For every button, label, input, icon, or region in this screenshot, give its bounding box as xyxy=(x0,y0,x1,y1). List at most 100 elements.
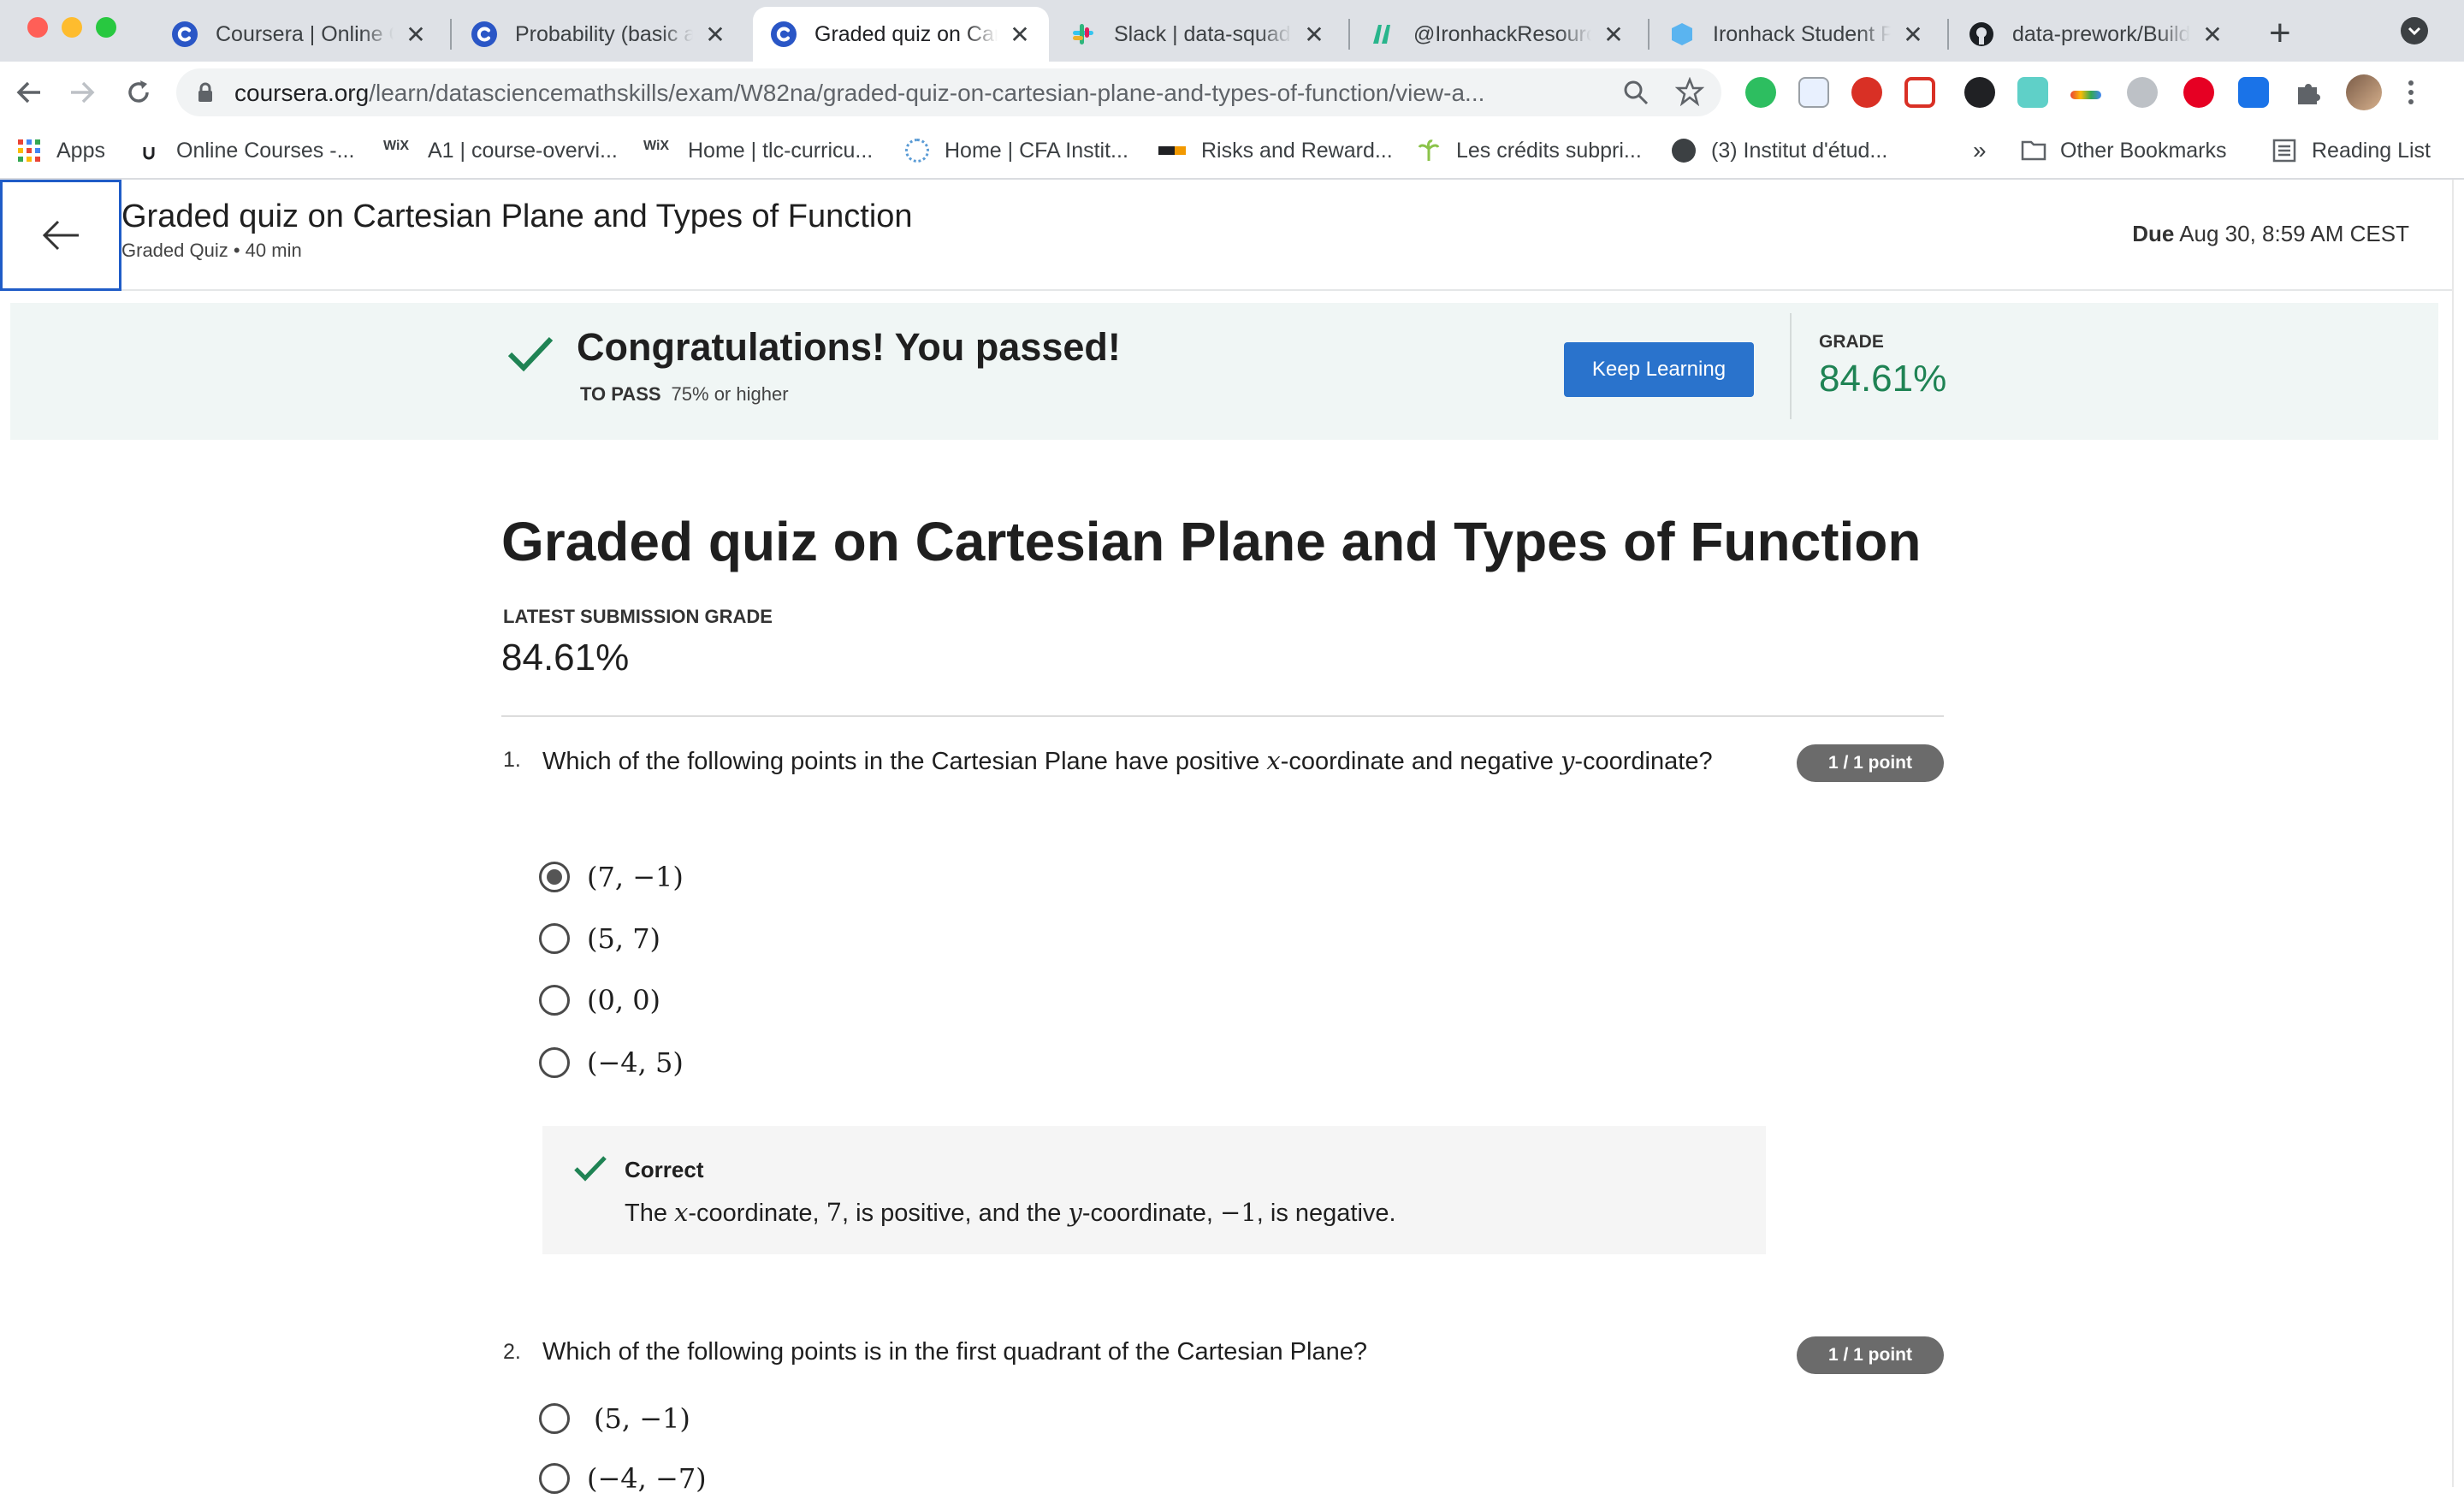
pinterest-extension-icon[interactable] xyxy=(2183,77,2214,108)
tab-search-icon[interactable] xyxy=(2401,17,2428,44)
languagetool-extension-icon[interactable] xyxy=(2238,77,2269,108)
question-text: Which of the following points is in the … xyxy=(542,1338,1367,1366)
answer-option[interactable]: (5, 7) xyxy=(539,918,660,959)
divider xyxy=(501,715,1944,717)
header-subtitle: Graded Quiz • 40 min xyxy=(121,240,302,261)
browser-tab[interactable]: @IronhackResources ✕ xyxy=(1352,7,1643,62)
browser-tab[interactable]: Coursera | Online Courses ✕ xyxy=(154,7,445,62)
profile-avatar[interactable] xyxy=(2346,74,2382,110)
option-label: (5, −1) xyxy=(594,1402,690,1435)
udemy-icon xyxy=(137,139,161,163)
feedback-box: Correct The x-coordinate, 7, is positive… xyxy=(542,1126,1766,1254)
bookmark-item[interactable]: Risks and Reward... xyxy=(1158,133,1393,168)
radio-button[interactable] xyxy=(539,985,570,1016)
tab-close-icon[interactable]: ✕ xyxy=(1302,21,1326,49)
grade-label: GRADE xyxy=(1819,332,1884,352)
tab-close-icon[interactable]: ✕ xyxy=(404,21,428,49)
tab-separator xyxy=(450,19,452,50)
grade-value: 84.61% xyxy=(1819,358,1947,400)
tab-title: @IronhackResources xyxy=(1413,21,1591,46)
arrow-left-icon xyxy=(42,220,79,251)
medical-cross-extension-icon[interactable] xyxy=(1904,77,1935,108)
wix-icon: WiX xyxy=(383,139,410,153)
radio-button[interactable] xyxy=(539,1403,570,1434)
back-button[interactable] xyxy=(0,180,121,291)
answer-option[interactable]: (0, 0) xyxy=(539,980,660,1021)
tab-close-icon[interactable]: ✕ xyxy=(1901,21,1925,49)
clock-extension-icon[interactable] xyxy=(1964,77,1995,108)
keep-learning-button[interactable]: Keep Learning xyxy=(1564,342,1754,397)
bookmark-star-icon[interactable] xyxy=(1674,76,1705,110)
reload-icon[interactable] xyxy=(120,74,157,111)
answer-option[interactable]: (7, −1) xyxy=(539,856,684,898)
radio-button-selected[interactable] xyxy=(539,862,570,892)
url-text: coursera.org/learn/datasciencemathskills… xyxy=(234,80,1485,106)
points-badge: 1 / 1 point xyxy=(1797,744,1944,782)
scrollbar-track[interactable] xyxy=(2452,180,2454,1487)
browser-tab[interactable]: Slack | data-squad-tasks ✕ xyxy=(1052,7,1343,62)
zoom-magnifier-icon[interactable] xyxy=(1622,79,1650,110)
tab-separator xyxy=(1648,19,1650,50)
browser-tab[interactable]: Probability (basic and conditional) ✕ xyxy=(453,7,744,62)
forward-arrow-icon[interactable] xyxy=(63,74,101,111)
radio-button[interactable] xyxy=(539,923,570,954)
answer-option[interactable]: (−4, 5) xyxy=(539,1042,684,1083)
window-minimize-button[interactable] xyxy=(62,17,82,38)
evernote-extension-icon[interactable] xyxy=(1745,77,1776,108)
tab-close-icon[interactable]: ✕ xyxy=(2200,21,2224,49)
bookmarks-overflow-chevron[interactable]: » xyxy=(1973,133,1987,168)
radio-button[interactable] xyxy=(539,1463,570,1494)
radio-button[interactable] xyxy=(539,1047,570,1078)
new-tab-plus-icon[interactable]: + xyxy=(2269,12,2291,55)
grey-extension-icon[interactable] xyxy=(2127,77,2158,108)
other-bookmarks-folder[interactable]: Other Bookmarks xyxy=(2021,133,2227,168)
back-arrow-icon[interactable] xyxy=(10,74,48,111)
option-label: (−4, −7) xyxy=(587,1462,707,1495)
wordreference-extension-icon[interactable] xyxy=(1798,77,1829,108)
browser-menu-icon[interactable] xyxy=(2404,77,2418,108)
browser-tab-strip: Coursera | Online Courses ✕ Probability … xyxy=(0,0,2464,62)
reading-list-icon xyxy=(2272,139,2296,163)
toolbox-extension-icon[interactable] xyxy=(2017,77,2048,108)
tab-title: data-prework/Build xyxy=(2012,21,2190,46)
browser-tab-active[interactable]: Graded quiz on Cartesian Plane ✕ xyxy=(753,7,1049,62)
portal-icon xyxy=(1668,21,1696,48)
coursera-icon xyxy=(471,21,498,48)
bookmark-item[interactable]: Les crédits subpri... xyxy=(1417,133,1642,168)
rainbow-extension-icon[interactable] xyxy=(2070,91,2101,99)
tab-close-icon[interactable]: ✕ xyxy=(703,21,727,49)
option-label: (−4, 5) xyxy=(587,1046,684,1079)
extensions-puzzle-icon[interactable] xyxy=(2293,77,2324,108)
option-label: (0, 0) xyxy=(587,984,661,1016)
quiz-page-header: Graded quiz on Cartesian Plane and Types… xyxy=(0,180,2454,291)
apps-grid-icon xyxy=(17,139,41,163)
palm-icon xyxy=(1417,139,1441,163)
header-title: Graded quiz on Cartesian Plane and Types… xyxy=(121,198,913,234)
globe-icon xyxy=(1672,139,1696,163)
bookmark-item[interactable]: WiX A1 | course-overvi... xyxy=(383,133,618,168)
lock-icon xyxy=(197,82,214,107)
folder-icon xyxy=(2021,139,2046,163)
browser-tab[interactable]: Ironhack Student Portal ✕ xyxy=(1651,7,1942,62)
browser-tab[interactable]: data-prework/Build ✕ xyxy=(1951,7,2242,62)
window-close-button[interactable] xyxy=(27,17,48,38)
window-zoom-button[interactable] xyxy=(96,17,116,38)
bookmark-item[interactable]: (3) Institut d'étud... xyxy=(1672,133,1887,168)
checkmark-icon xyxy=(573,1155,607,1187)
cfa-icon xyxy=(905,139,929,163)
bookmark-item[interactable]: Home | CFA Instit... xyxy=(905,133,1128,168)
feedback-text: The x-coordinate, 7, is positive, and th… xyxy=(625,1198,1396,1227)
bookmark-apps[interactable]: Apps xyxy=(17,133,105,168)
bookmark-item[interactable]: WiX Home | tlc-curricu... xyxy=(643,133,873,168)
adblock-extension-icon[interactable] xyxy=(1851,77,1882,108)
address-bar[interactable]: coursera.org/learn/datasciencemathskills… xyxy=(176,68,1721,116)
tab-close-icon[interactable]: ✕ xyxy=(1008,21,1032,49)
tab-close-icon[interactable]: ✕ xyxy=(1602,21,1626,49)
pass-title: Congratulations! You passed! xyxy=(577,325,1121,369)
quiz-title: Graded quiz on Cartesian Plane and Types… xyxy=(501,511,1922,572)
bookmark-item[interactable]: Online Courses -... xyxy=(137,133,354,168)
feedback-title: Correct xyxy=(625,1157,704,1182)
reading-list-button[interactable]: Reading List xyxy=(2272,133,2431,168)
answer-option[interactable]: (5, −1) xyxy=(539,1398,690,1439)
answer-option[interactable]: (−4, −7) xyxy=(539,1458,707,1499)
